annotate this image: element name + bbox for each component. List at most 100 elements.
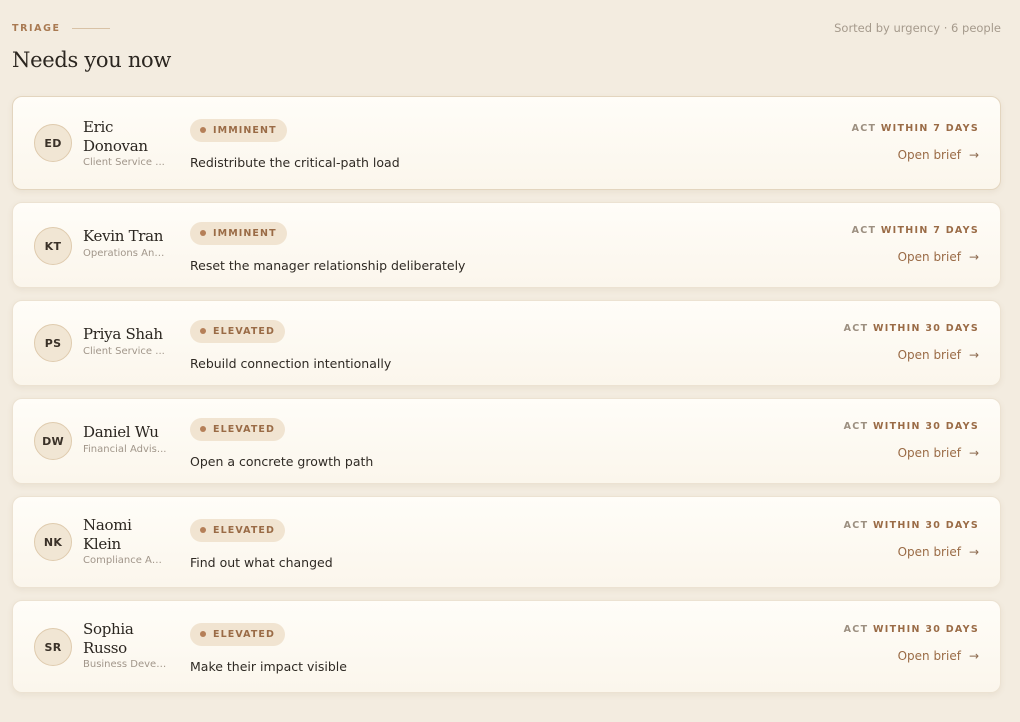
dot-icon	[200, 426, 206, 432]
person-name-line: Klein	[83, 534, 121, 553]
card-middle: IMMINENT Reset the manager relationship …	[190, 221, 465, 273]
person-name-line: Russo	[83, 638, 127, 657]
avatar: DW	[34, 422, 72, 460]
dot-icon	[200, 631, 206, 637]
card-right: ACT WITHIN 30 DAYS Open brief →	[844, 421, 979, 461]
person-card[interactable]: PS Priya Shah Client Service ... ELEVATE…	[12, 300, 1001, 386]
open-brief-link[interactable]: Open brief →	[898, 148, 979, 162]
open-brief-link[interactable]: Open brief →	[898, 545, 979, 559]
urgency-badge: IMMINENT	[190, 221, 287, 245]
avatar: KT	[34, 227, 72, 265]
act-window: WITHIN 7 DAYS	[880, 225, 979, 236]
card-right: ACT WITHIN 30 DAYS Open brief →	[844, 520, 979, 560]
arrow-right-icon: →	[968, 250, 979, 264]
act-prefix: ACT	[843, 323, 869, 334]
card-right: ACT WITHIN 7 DAYS Open brief →	[852, 123, 979, 163]
person-identity: Naomi Klein Compliance An...	[83, 516, 175, 566]
card-middle: ELEVATED Find out what changed	[190, 518, 333, 570]
act-deadline: ACT WITHIN 30 DAYS	[844, 323, 979, 334]
person-identity: Eric Donovan Client Service ...	[83, 118, 175, 168]
open-brief-label: Open brief	[897, 649, 961, 663]
person-name-line: Donovan	[83, 136, 148, 155]
person-role: Business Devel...	[83, 659, 167, 670]
person-name-line: Sophia	[83, 620, 134, 638]
urgency-label: ELEVATED	[213, 628, 276, 640]
recommended-action: Make their impact visible	[190, 658, 347, 674]
open-brief-label: Open brief	[897, 446, 961, 460]
open-brief-link[interactable]: Open brief →	[898, 348, 979, 362]
recommended-action: Redistribute the critical-path load	[190, 154, 400, 170]
person-name-line: Daniel Wu	[83, 423, 159, 441]
urgency-label: ELEVATED	[213, 325, 276, 337]
person-role: Client Service ...	[83, 157, 165, 168]
open-brief-link[interactable]: Open brief →	[898, 446, 979, 460]
person-card[interactable]: NK Naomi Klein Compliance An... ELEVATED…	[12, 496, 1001, 588]
arrow-right-icon: →	[968, 446, 979, 460]
act-prefix: ACT	[851, 225, 877, 236]
open-brief-label: Open brief	[897, 545, 961, 559]
urgency-label: IMMINENT	[213, 227, 277, 239]
act-deadline: ACT WITHIN 7 DAYS	[852, 225, 979, 236]
card-right: ACT WITHIN 30 DAYS Open brief →	[844, 323, 979, 363]
avatar: PS	[34, 324, 72, 362]
person-name-line: Eric	[83, 118, 114, 136]
eyebrow-divider	[71, 27, 110, 29]
act-prefix: ACT	[843, 421, 869, 432]
dot-icon	[200, 527, 206, 533]
open-brief-link[interactable]: Open brief →	[898, 250, 979, 264]
card-right: ACT WITHIN 7 DAYS Open brief →	[852, 225, 979, 265]
card-middle: ELEVATED Rebuild connection intentionall…	[190, 319, 391, 371]
card-middle: ELEVATED Make their impact visible	[190, 622, 347, 674]
person-name: Daniel Wu	[83, 423, 175, 442]
urgency-label: IMMINENT	[213, 124, 277, 136]
act-prefix: ACT	[851, 123, 877, 134]
act-window: WITHIN 30 DAYS	[872, 421, 979, 432]
act-deadline: ACT WITHIN 30 DAYS	[844, 421, 979, 432]
arrow-right-icon: →	[968, 348, 979, 362]
arrow-right-icon: →	[968, 649, 979, 663]
act-window: WITHIN 7 DAYS	[880, 123, 979, 134]
sort-meta: Sorted by urgency · 6 people	[834, 21, 1001, 35]
person-role: Compliance An...	[83, 555, 167, 566]
person-name-line: Priya Shah	[83, 325, 163, 343]
recommended-action: Reset the manager relationship deliberat…	[190, 257, 466, 273]
act-window: WITHIN 30 DAYS	[872, 520, 979, 531]
person-identity: Priya Shah Client Service ...	[83, 325, 175, 357]
act-deadline: ACT WITHIN 7 DAYS	[852, 123, 979, 134]
page-title: Needs you now	[12, 48, 172, 72]
act-deadline: ACT WITHIN 30 DAYS	[844, 624, 979, 635]
person-card[interactable]: ED Eric Donovan Client Service ... IMMIN…	[12, 96, 1001, 190]
person-role: Operations Ana...	[83, 247, 167, 259]
arrow-right-icon: →	[968, 545, 979, 559]
avatar: SR	[34, 628, 72, 666]
triage-page: TRIAGE Sorted by urgency · 6 people Need…	[0, 0, 1020, 722]
section-eyebrow: TRIAGE	[12, 23, 110, 34]
urgency-badge: ELEVATED	[190, 518, 286, 542]
recommended-action: Open a concrete growth path	[190, 453, 374, 469]
person-identity: Daniel Wu Financial Advis...	[83, 423, 175, 455]
open-brief-label: Open brief	[897, 250, 961, 264]
person-name: Sophia Russo	[83, 620, 175, 657]
urgency-badge: ELEVATED	[190, 319, 286, 343]
person-card[interactable]: SR Sophia Russo Business Devel... ELEVAT…	[12, 600, 1001, 693]
person-name-line: Kevin Tran	[83, 227, 164, 245]
person-role: Financial Advis...	[83, 443, 167, 455]
act-window: WITHIN 30 DAYS	[872, 624, 979, 635]
person-name: Naomi Klein	[83, 516, 175, 553]
person-name: Eric Donovan	[83, 118, 175, 155]
person-card[interactable]: DW Daniel Wu Financial Advis... ELEVATED…	[12, 398, 1001, 484]
card-middle: IMMINENT Redistribute the critical-path …	[190, 118, 400, 170]
person-identity: Sophia Russo Business Devel...	[83, 620, 175, 670]
avatar: NK	[34, 523, 72, 561]
person-card[interactable]: KT Kevin Tran Operations Ana... IMMINENT…	[12, 202, 1001, 288]
act-prefix: ACT	[843, 520, 869, 531]
triage-header: TRIAGE Sorted by urgency · 6 people	[12, 21, 1001, 35]
person-name: Kevin Tran	[83, 227, 175, 246]
recommended-action: Rebuild connection intentionally	[190, 355, 392, 371]
person-name: Priya Shah	[83, 325, 175, 344]
urgency-label: ELEVATED	[213, 524, 276, 536]
urgency-badge: IMMINENT	[190, 118, 287, 142]
open-brief-link[interactable]: Open brief →	[898, 649, 979, 663]
dot-icon	[200, 230, 206, 236]
recommended-action: Find out what changed	[190, 554, 333, 570]
